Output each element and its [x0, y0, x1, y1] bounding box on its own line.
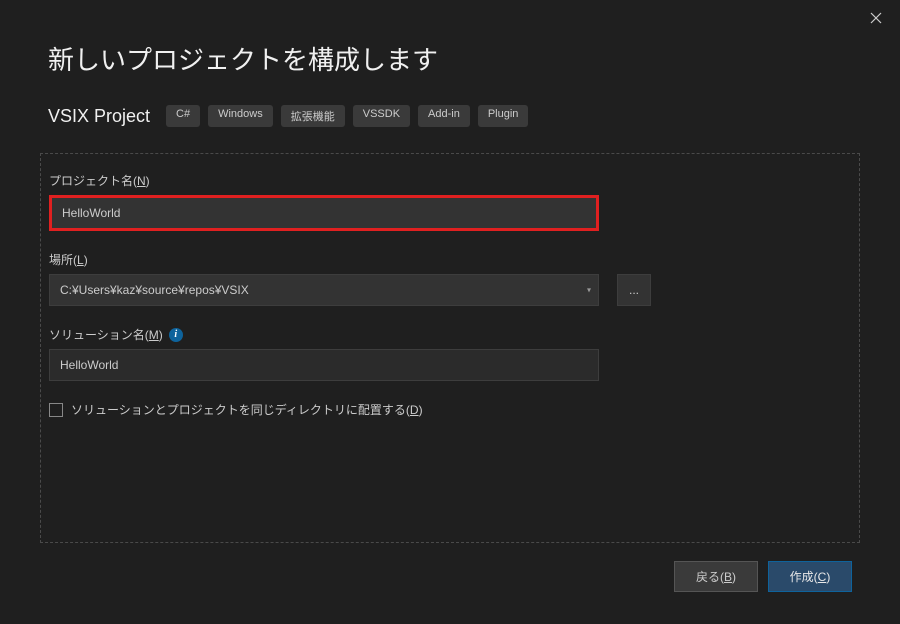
location-group: 場所(L) ▾ ...: [49, 251, 851, 306]
project-type-name: VSIX Project: [48, 106, 150, 127]
project-name-group: プロジェクト名(N): [49, 172, 851, 231]
tag: VSSDK: [353, 105, 410, 127]
project-name-label: プロジェクト名(N): [49, 172, 851, 189]
create-button[interactable]: 作成(C): [768, 561, 852, 592]
same-dir-label: ソリューションとプロジェクトを同じディレクトリに配置する(D): [71, 401, 423, 418]
solution-name-input[interactable]: [49, 349, 599, 381]
location-label: 場所(L): [49, 251, 851, 268]
tag: 拡張機能: [281, 105, 345, 127]
back-button[interactable]: 戻る(B): [674, 561, 758, 592]
footer-buttons: 戻る(B) 作成(C): [674, 561, 852, 592]
page-title: 新しいプロジェクトを構成します: [48, 40, 852, 77]
form-area: プロジェクト名(N) 場所(L) ▾ ... ソリューション名(M) i: [40, 153, 860, 543]
tag: Add-in: [418, 105, 470, 127]
project-type-row: VSIX Project C# Windows 拡張機能 VSSDK Add-i…: [48, 105, 852, 127]
same-dir-checkbox[interactable]: [49, 403, 63, 417]
info-icon[interactable]: i: [169, 328, 183, 342]
same-dir-row: ソリューションとプロジェクトを同じディレクトリに配置する(D): [49, 401, 851, 418]
tag-list: C# Windows 拡張機能 VSSDK Add-in Plugin: [166, 105, 528, 127]
project-name-input[interactable]: [52, 198, 596, 228]
solution-name-group: ソリューション名(M) i: [49, 326, 851, 381]
project-name-highlight: [49, 195, 599, 231]
solution-name-label: ソリューション名(M) i: [49, 326, 851, 343]
close-button[interactable]: [866, 8, 886, 28]
tag: Windows: [208, 105, 273, 127]
location-input[interactable]: [49, 274, 599, 306]
location-dropdown[interactable]: ▾: [49, 274, 599, 306]
browse-button[interactable]: ...: [617, 274, 651, 306]
tag: C#: [166, 105, 200, 127]
tag: Plugin: [478, 105, 529, 127]
